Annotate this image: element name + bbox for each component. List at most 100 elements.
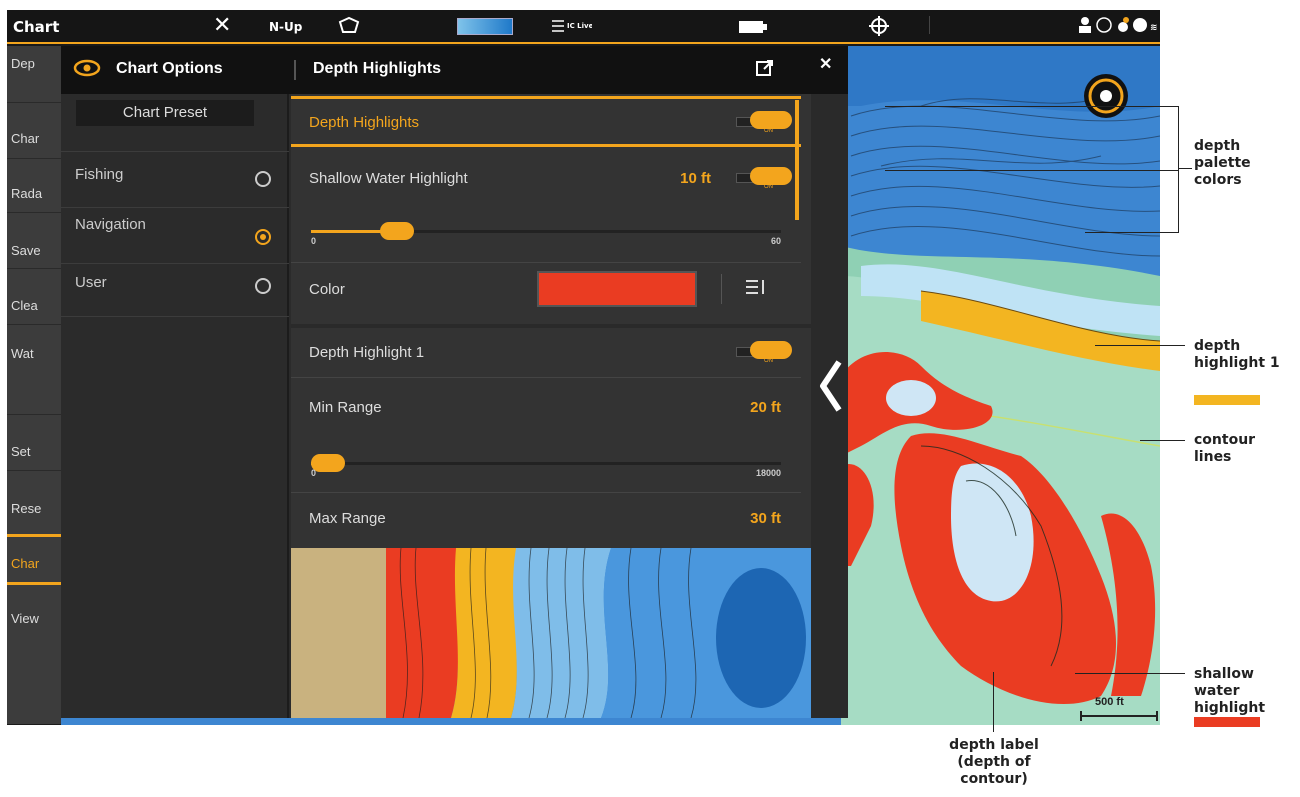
toggle-knob xyxy=(750,111,792,129)
layers-icon[interactable]: IC Live xyxy=(552,18,594,38)
divider xyxy=(291,262,801,263)
menu-active-indicator xyxy=(7,582,61,585)
scrollbar[interactable] xyxy=(795,100,799,220)
shallow-depth-slider[interactable]: 0 60 xyxy=(311,220,781,250)
side-menu: Dep Char Rada Save Clea Wat Set Rese Cha… xyxy=(7,46,61,724)
chart-preview xyxy=(291,548,811,718)
menu-separator xyxy=(7,102,61,103)
max-range-label: Max Range xyxy=(309,510,386,527)
list-icon[interactable] xyxy=(746,278,766,301)
menu-item-chart[interactable]: Char xyxy=(7,131,61,146)
slider-min: 0 xyxy=(311,236,317,246)
callout-bracket xyxy=(1178,106,1179,233)
menu-item-set[interactable]: Set xyxy=(7,444,61,459)
panel-header: Chart Options Depth Highlights ✕ xyxy=(61,46,848,94)
svg-text:IC Live: IC Live xyxy=(567,22,592,30)
divider xyxy=(291,492,801,493)
depth-highlight-1-label: Depth Highlight 1 xyxy=(309,344,425,361)
focus-line xyxy=(291,96,801,99)
chart-options-panel: Chart Options Depth Highlights ✕ Chart P… xyxy=(61,46,848,718)
callout-leader xyxy=(1095,345,1185,346)
min-range-label: Min Range xyxy=(309,399,382,416)
callout-leader xyxy=(885,170,1178,171)
menu-separator xyxy=(7,212,61,213)
menu-item-clear[interactable]: Clea xyxy=(7,298,61,313)
scale-label: 500 ft xyxy=(1095,696,1124,708)
section-divider xyxy=(291,324,811,328)
app-title: Chart xyxy=(13,18,60,36)
slider-fill xyxy=(311,230,389,233)
depth-range-slider[interactable]: 0 18000 xyxy=(311,452,781,482)
menu-active-indicator xyxy=(7,534,61,537)
depth-palette-bar[interactable] xyxy=(457,18,513,35)
menu-item-depth[interactable]: Dep xyxy=(7,56,61,71)
slider-rail xyxy=(311,462,781,465)
menu-item-reset[interactable]: Rese xyxy=(7,501,61,516)
min-range-value: 20 ft xyxy=(750,399,781,416)
divider xyxy=(291,377,801,378)
panel-subtitle: Depth Highlights xyxy=(313,60,441,77)
max-range-value: 30 ft xyxy=(750,510,781,527)
header-divider xyxy=(294,60,296,80)
slider-thumb[interactable] xyxy=(380,222,414,240)
popout-icon[interactable] xyxy=(755,58,775,83)
battery-icon xyxy=(739,21,769,33)
status-bar: Chart ✕ N-Up IC Live ≋ xyxy=(7,10,1160,44)
slider-thumb[interactable] xyxy=(311,454,345,472)
depth-highlights-toggle[interactable]: ON xyxy=(736,109,794,135)
device-screen: Chart ✕ N-Up IC Live ≋ Dep Char Rada Sav… xyxy=(7,10,1160,725)
preset-label: User xyxy=(75,274,107,291)
toggle-knob xyxy=(750,167,792,185)
close-icon[interactable]: ✕ xyxy=(213,13,231,38)
radio-button[interactable] xyxy=(255,278,271,294)
callout-leader xyxy=(1178,168,1192,169)
menu-separator xyxy=(7,324,61,325)
figure: Chart ✕ N-Up IC Live ≋ Dep Char Rada Sav… xyxy=(0,0,1300,797)
slider-max: 60 xyxy=(770,236,781,246)
menu-item-save[interactable]: Save xyxy=(7,243,61,258)
legend-highlight-1 xyxy=(1194,395,1260,405)
scale-bar xyxy=(1080,711,1158,721)
menu-item-radar[interactable]: Rada xyxy=(7,186,61,201)
toggle-knob xyxy=(750,341,792,359)
close-icon[interactable]: ✕ xyxy=(819,54,832,74)
menu-separator xyxy=(7,158,61,159)
focus-line xyxy=(291,144,801,147)
chart-preset-button[interactable]: Chart Preset xyxy=(76,100,254,126)
toggle-on-label: ON xyxy=(764,128,773,134)
toggle-on-label: ON xyxy=(764,184,773,190)
callout-leader xyxy=(1085,232,1178,233)
callout-palette: depth palette colors xyxy=(1194,138,1251,188)
collapse-panel-button[interactable] xyxy=(811,94,848,718)
callout-leader xyxy=(885,106,1178,107)
preset-user[interactable]: User xyxy=(61,263,289,319)
depth-highlight-1-toggle[interactable]: ON xyxy=(736,339,794,365)
menu-item-water[interactable]: Wat xyxy=(7,346,61,361)
menu-separator xyxy=(7,268,61,269)
eye-icon xyxy=(73,58,101,83)
preset-navigation[interactable]: Navigation xyxy=(61,207,289,263)
menu-item-chart-options[interactable]: Char xyxy=(7,556,61,571)
menu-item-view[interactable]: View xyxy=(7,611,61,626)
shallow-water-toggle[interactable]: ON xyxy=(736,165,794,191)
boat-icon[interactable] xyxy=(337,16,361,40)
shallow-water-label: Shallow Water Highlight xyxy=(309,170,468,187)
preset-column: Chart Preset Fishing Navigation User xyxy=(61,94,289,718)
gps-icon xyxy=(869,16,889,40)
callout-leader xyxy=(1075,673,1185,674)
slider-min: 0 xyxy=(311,468,317,478)
settings-column: Depth Highlights ON Shallow Water Highli… xyxy=(291,94,811,718)
preset-fishing[interactable]: Fishing xyxy=(61,151,289,207)
svg-text:≋: ≋ xyxy=(1150,23,1157,33)
color-label: Color xyxy=(309,281,345,298)
legend-shallow xyxy=(1194,717,1260,727)
panel-title: Chart Options xyxy=(116,60,223,77)
callout-depth-label: depth label (depth of contour) xyxy=(949,737,1039,787)
orientation-label[interactable]: N-Up xyxy=(269,20,302,34)
toggle-on-label: ON xyxy=(764,358,773,364)
radio-button-selected[interactable] xyxy=(255,229,271,245)
color-swatch[interactable] xyxy=(537,271,697,307)
system-status-icons[interactable]: ≋ xyxy=(1077,15,1158,39)
callout-highlight-1: depth highlight 1 xyxy=(1194,338,1280,371)
radio-button[interactable] xyxy=(255,171,271,187)
